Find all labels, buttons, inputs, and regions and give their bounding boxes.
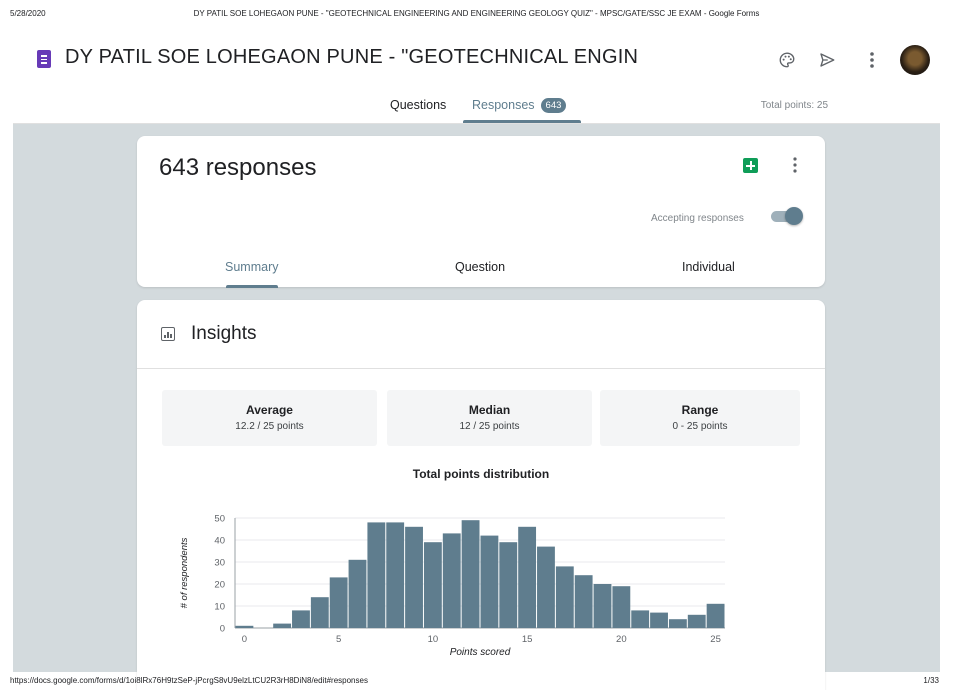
x-tick-label: 20 xyxy=(616,634,627,645)
subtab-question[interactable]: Question xyxy=(455,260,505,274)
y-tick-label: 20 xyxy=(214,580,225,591)
send-icon[interactable] xyxy=(815,48,839,72)
histogram-bar xyxy=(593,584,612,628)
x-tick-label: 25 xyxy=(710,634,721,645)
histogram-bar xyxy=(687,614,706,628)
histogram-bar xyxy=(423,542,442,628)
subtab-individual[interactable]: Individual xyxy=(682,260,735,274)
histogram-bar xyxy=(537,546,555,628)
subtab-indicator xyxy=(226,285,278,288)
x-tick-label: 10 xyxy=(428,634,439,645)
stat-average-label: Average xyxy=(246,403,293,417)
histogram-bar xyxy=(518,526,537,628)
tab-questions[interactable]: Questions xyxy=(390,98,446,112)
google-forms-icon[interactable] xyxy=(37,50,51,68)
histogram-bar xyxy=(574,575,593,628)
y-tick-label: 50 xyxy=(214,514,225,525)
total-points: Total points: 25 xyxy=(760,100,828,111)
x-axis-label: Points scored xyxy=(450,647,511,658)
points-distribution-chart: 0 10 20 30 40 50 0 5 10 15 20 25 Points scored # of r… xyxy=(179,514,725,658)
y-axis-label: # of respondents xyxy=(179,537,190,608)
histogram-bar xyxy=(329,577,348,628)
responses-canvas: 643 responses Accepting responses Summar… xyxy=(13,124,940,690)
histogram-bar xyxy=(631,610,650,628)
stat-average-value: 12.2 / 25 points xyxy=(235,421,304,432)
y-tick-label: 40 xyxy=(214,536,225,547)
responses-more-icon[interactable] xyxy=(792,156,798,178)
sheets-icon[interactable] xyxy=(743,158,758,173)
tab-responses[interactable]: Responses 643 xyxy=(472,98,567,113)
active-tab-indicator xyxy=(463,120,581,123)
stat-median-label: Median xyxy=(468,403,511,417)
stat-average: Average 12.2 / 25 points xyxy=(162,390,377,446)
palette-icon[interactable] xyxy=(775,48,799,72)
insights-title: Insights xyxy=(191,323,257,344)
insights-card: Insights Average 12.2 / 25 points Median… xyxy=(137,300,825,690)
print-url: https://docs.google.com/forms/d/1oi8lRx7… xyxy=(10,676,368,685)
insights-divider xyxy=(137,368,825,369)
x-tick-label: 0 xyxy=(242,634,247,645)
form-title[interactable]: DY PATIL SOE LOHEGAON PUNE - "GEOTECHNIC… xyxy=(65,46,638,69)
histogram-bar xyxy=(706,603,725,628)
x-tick-label: 5 xyxy=(336,634,341,645)
subtab-summary[interactable]: Summary xyxy=(225,260,278,274)
y-tick-label: 10 xyxy=(214,602,225,613)
responses-count-badge: 643 xyxy=(540,98,567,113)
histogram-bar xyxy=(650,612,668,628)
avatar[interactable] xyxy=(900,45,930,75)
stat-range: Range 0 - 25 points xyxy=(600,390,800,446)
histogram-bar xyxy=(480,535,499,628)
chart-title: Total points distribution xyxy=(412,467,550,481)
toggle-thumb[interactable] xyxy=(785,207,803,225)
tab-responses-label: Responses xyxy=(472,98,535,112)
histogram-bar xyxy=(386,522,405,628)
histogram-bar xyxy=(405,526,423,628)
accepting-responses-label: Accepting responses xyxy=(651,213,744,224)
print-page-title: DY PATIL SOE LOHEGAON PUNE - "GEOTECHNIC… xyxy=(193,9,760,18)
histogram-bar xyxy=(310,597,329,628)
histogram-bar xyxy=(461,520,480,628)
histogram-bar xyxy=(235,625,254,628)
responses-summary-card: 643 responses Accepting responses Summar… xyxy=(137,136,825,288)
app-bar: DY PATIL SOE LOHEGAON PUNE - "GEOTECHNIC… xyxy=(13,34,940,89)
histogram-bar xyxy=(292,610,310,628)
insights-icon xyxy=(161,327,175,341)
histogram-bar xyxy=(668,619,687,628)
histogram-bar xyxy=(367,522,386,628)
stat-median: Median 12 / 25 points xyxy=(387,390,592,446)
more-vert-icon[interactable] xyxy=(860,48,884,72)
histogram-bar xyxy=(612,586,631,628)
responses-count-title: 643 responses xyxy=(159,154,317,181)
histogram-bar xyxy=(442,533,461,628)
print-page-number: 1/33 xyxy=(923,676,939,685)
histogram-bar xyxy=(273,623,292,628)
histogram-bar xyxy=(499,542,518,628)
x-tick-label: 15 xyxy=(522,634,533,645)
histogram-bar xyxy=(348,559,367,628)
form-tabs: Questions Responses 643 Total points: 25 xyxy=(13,89,940,124)
y-tick-label: 30 xyxy=(214,558,225,569)
y-tick-label: 0 xyxy=(220,624,225,635)
stat-range-label: Range xyxy=(681,403,719,417)
stat-median-value: 12 / 25 points xyxy=(459,421,520,432)
stat-range-value: 0 - 25 points xyxy=(672,421,728,432)
histogram-bar xyxy=(555,566,574,628)
